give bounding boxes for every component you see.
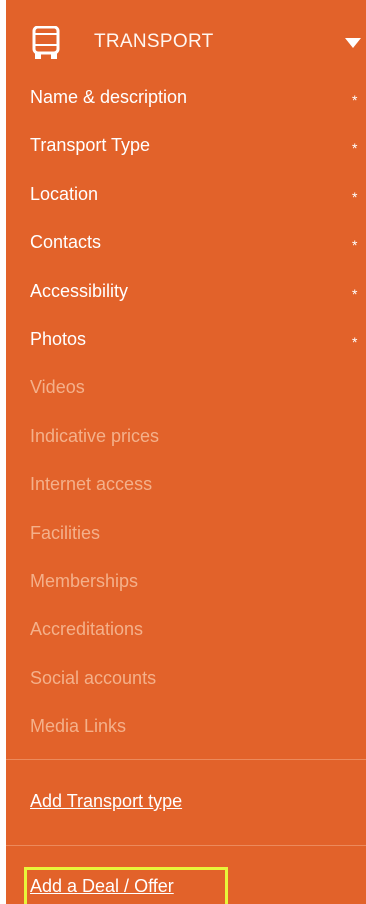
- menu-item-label: Memberships: [30, 571, 139, 591]
- menu-item-photos[interactable]: Photos *: [30, 324, 360, 354]
- menu-item-label: Social accounts: [30, 668, 157, 688]
- menu-item-media-links[interactable]: Media Links: [30, 711, 360, 741]
- bus-icon: [32, 26, 60, 59]
- menu-item-accessibility[interactable]: Accessibility *: [30, 276, 360, 306]
- menu-item-accreditations[interactable]: Accreditations: [30, 614, 360, 644]
- menu-item-label: Photos: [30, 329, 87, 349]
- add-deal-offer-link[interactable]: Add a Deal / Offer: [30, 872, 174, 900]
- section-header-transport[interactable]: TRANSPORT: [6, 0, 366, 84]
- required-star-icon: *: [352, 140, 358, 156]
- menu-item-contacts[interactable]: Contacts *: [30, 227, 360, 257]
- divider: [6, 845, 366, 846]
- required-star-icon: *: [352, 334, 358, 350]
- menu-item-transport-type[interactable]: Transport Type *: [30, 130, 360, 160]
- required-star-icon: *: [352, 92, 358, 108]
- menu-item-label: Facilities: [30, 523, 101, 543]
- section-title: TRANSPORT: [94, 31, 214, 52]
- menu-item-name-and-description[interactable]: Name & description *: [30, 82, 360, 112]
- menu-item-label: Name & description: [30, 87, 188, 107]
- menu-item-label: Contacts: [30, 232, 102, 252]
- menu-item-label: Transport Type: [30, 135, 151, 155]
- menu-item-label: Indicative prices: [30, 426, 160, 446]
- menu-item-label: Location: [30, 184, 99, 204]
- caret-down-icon[interactable]: [345, 38, 361, 48]
- menu-item-label: Videos: [30, 377, 85, 397]
- menu-item-memberships[interactable]: Memberships: [30, 566, 360, 596]
- menu-item-videos[interactable]: Videos: [30, 372, 360, 402]
- menu-item-label: Accessibility: [30, 281, 129, 301]
- menu-item-indicative-prices[interactable]: Indicative prices: [30, 421, 360, 451]
- menu-item-location[interactable]: Location *: [30, 179, 360, 209]
- divider: [6, 759, 366, 760]
- menu-item-label: Accreditations: [30, 619, 144, 639]
- menu-item-internet-access[interactable]: Internet access: [30, 469, 360, 499]
- required-star-icon: *: [352, 189, 358, 205]
- menu-item-label: Internet access: [30, 474, 153, 494]
- menu-item-label: Media Links: [30, 716, 127, 736]
- required-star-icon: *: [352, 286, 358, 302]
- transport-sidebar: TRANSPORT Name & description * Transport T…: [6, 0, 366, 904]
- menu-item-facilities[interactable]: Facilities: [30, 518, 360, 548]
- required-star-icon: *: [352, 237, 358, 253]
- menu-item-social-accounts[interactable]: Social accounts: [30, 663, 360, 693]
- add-transport-type-link[interactable]: Add Transport type: [30, 787, 182, 815]
